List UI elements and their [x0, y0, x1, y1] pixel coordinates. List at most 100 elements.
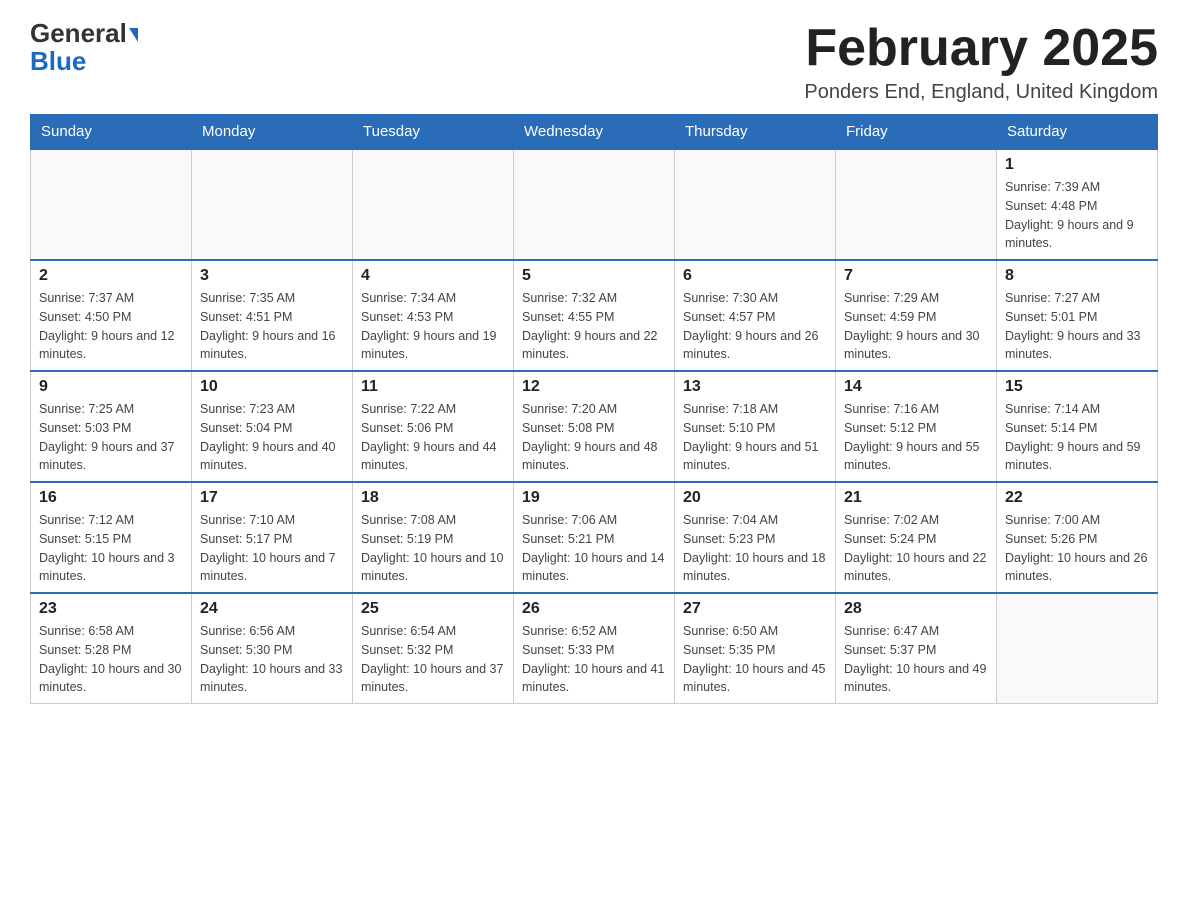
day-info: Sunrise: 7:23 AMSunset: 5:04 PMDaylight:…: [200, 400, 344, 475]
day-number: 20: [683, 489, 827, 507]
calendar-cell: 26Sunrise: 6:52 AMSunset: 5:33 PMDayligh…: [514, 593, 675, 704]
calendar-header-tuesday: Tuesday: [353, 115, 514, 150]
calendar-cell: 11Sunrise: 7:22 AMSunset: 5:06 PMDayligh…: [353, 371, 514, 482]
calendar-cell: 18 Sunrise: 7:08 AMSunset: 5:19 PMDayligh…: [353, 482, 514, 593]
title-area: February 2025 Ponders End, England, Unit…: [804, 20, 1158, 104]
day-info: Sunrise: 7:30 AMSunset: 4:57 PMDaylight:…: [683, 289, 827, 364]
day-number: 19: [522, 489, 666, 507]
calendar-cell: 14 Sunrise: 7:16 AMSunset: 5:12 PMDayligh…: [836, 371, 997, 482]
calendar-cell: 17 Sunrise: 7:10 AMSunset: 5:17 PMDayligh…: [192, 482, 353, 593]
day-info: Sunrise: 7:25 AMSunset: 5:03 PMDaylight:…: [39, 400, 183, 475]
calendar-cell: 28 Sunrise: 6:47 AMSunset: 5:37 PMDayligh…: [836, 593, 997, 704]
calendar-cell: 9Sunrise: 7:25 AMSunset: 5:03 PMDaylight…: [31, 371, 192, 482]
calendar-header-wednesday: Wednesday: [514, 115, 675, 150]
day-number: 13: [683, 378, 827, 396]
calendar-cell: 8 Sunrise: 7:27 AMSunset: 5:01 PMDaylight…: [997, 260, 1158, 371]
day-info: Sunrise: 7:06 AMSunset: 5:21 PMDaylight:…: [522, 511, 666, 586]
day-number: 25: [361, 600, 505, 618]
day-number: 27: [683, 600, 827, 618]
calendar-header-saturday: Saturday: [997, 115, 1158, 150]
calendar-cell: 3 Sunrise: 7:35 AMSunset: 4:51 PMDaylight…: [192, 260, 353, 371]
calendar-cell: 22Sunrise: 7:00 AMSunset: 5:26 PMDayligh…: [997, 482, 1158, 593]
day-info: Sunrise: 7:12 AMSunset: 5:15 PMDaylight:…: [39, 511, 183, 586]
day-number: 12: [522, 378, 666, 396]
calendar-cell: [514, 149, 675, 260]
day-number: 17: [200, 489, 344, 507]
location: Ponders End, England, United Kingdom: [804, 81, 1158, 104]
day-number: 3: [200, 267, 344, 285]
day-info: Sunrise: 7:29 AMSunset: 4:59 PMDaylight:…: [844, 289, 988, 364]
calendar-cell: [353, 149, 514, 260]
day-number: 15: [1005, 378, 1149, 396]
day-info: Sunrise: 7:35 AMSunset: 4:51 PMDaylight:…: [200, 289, 344, 364]
calendar-header-sunday: Sunday: [31, 115, 192, 150]
calendar-header-monday: Monday: [192, 115, 353, 150]
calendar-cell: [836, 149, 997, 260]
day-number: 28: [844, 600, 988, 618]
day-number: 18: [361, 489, 505, 507]
calendar-cell: 1 Sunrise: 7:39 AMSunset: 4:48 PMDaylight…: [997, 149, 1158, 260]
calendar-cell: [675, 149, 836, 260]
day-number: 1: [1005, 156, 1149, 174]
calendar-cell: 4 Sunrise: 7:34 AMSunset: 4:53 PMDaylight…: [353, 260, 514, 371]
day-number: 10: [200, 378, 344, 396]
day-info: Sunrise: 7:04 AMSunset: 5:23 PMDaylight:…: [683, 511, 827, 586]
calendar-cell: 13 Sunrise: 7:18 AMSunset: 5:10 PMDayligh…: [675, 371, 836, 482]
calendar-cell: 20 Sunrise: 7:04 AMSunset: 5:23 PMDayligh…: [675, 482, 836, 593]
calendar-cell: 21 Sunrise: 7:02 AMSunset: 5:24 PMDayligh…: [836, 482, 997, 593]
week-row-5: 23 Sunrise: 6:58 AMSunset: 5:28 PMDayligh…: [31, 593, 1158, 704]
day-info: Sunrise: 7:22 AMSunset: 5:06 PMDaylight:…: [361, 400, 505, 475]
logo: General Blue: [30, 20, 138, 74]
day-info: Sunrise: 7:34 AMSunset: 4:53 PMDaylight:…: [361, 289, 505, 364]
week-row-1: 1 Sunrise: 7:39 AMSunset: 4:48 PMDaylight…: [31, 149, 1158, 260]
day-info: Sunrise: 7:02 AMSunset: 5:24 PMDaylight:…: [844, 511, 988, 586]
week-row-4: 16Sunrise: 7:12 AMSunset: 5:15 PMDayligh…: [31, 482, 1158, 593]
calendar-cell: 23 Sunrise: 6:58 AMSunset: 5:28 PMDayligh…: [31, 593, 192, 704]
calendar-cell: 6Sunrise: 7:30 AMSunset: 4:57 PMDaylight…: [675, 260, 836, 371]
week-row-3: 9Sunrise: 7:25 AMSunset: 5:03 PMDaylight…: [31, 371, 1158, 482]
logo-triangle-icon: [129, 28, 138, 42]
day-info: Sunrise: 7:16 AMSunset: 5:12 PMDaylight:…: [844, 400, 988, 475]
day-number: 24: [200, 600, 344, 618]
calendar-cell: 10 Sunrise: 7:23 AMSunset: 5:04 PMDayligh…: [192, 371, 353, 482]
week-row-2: 2 Sunrise: 7:37 AMSunset: 4:50 PMDaylight…: [31, 260, 1158, 371]
calendar-cell: 27 Sunrise: 6:50 AMSunset: 5:35 PMDayligh…: [675, 593, 836, 704]
logo-general: General: [30, 20, 138, 46]
calendar-cell: [31, 149, 192, 260]
day-info: Sunrise: 7:39 AMSunset: 4:48 PMDaylight:…: [1005, 178, 1149, 253]
day-info: Sunrise: 6:58 AMSunset: 5:28 PMDaylight:…: [39, 622, 183, 697]
calendar-cell: 16Sunrise: 7:12 AMSunset: 5:15 PMDayligh…: [31, 482, 192, 593]
day-info: Sunrise: 7:20 AMSunset: 5:08 PMDaylight:…: [522, 400, 666, 475]
day-info: Sunrise: 6:56 AMSunset: 5:30 PMDaylight:…: [200, 622, 344, 697]
calendar-cell: [192, 149, 353, 260]
calendar-header-row: SundayMondayTuesdayWednesdayThursdayFrid…: [31, 115, 1158, 150]
calendar-header-thursday: Thursday: [675, 115, 836, 150]
calendar-cell: 2 Sunrise: 7:37 AMSunset: 4:50 PMDaylight…: [31, 260, 192, 371]
day-number: 26: [522, 600, 666, 618]
day-info: Sunrise: 7:14 AMSunset: 5:14 PMDaylight:…: [1005, 400, 1149, 475]
day-number: 23: [39, 600, 183, 618]
day-info: Sunrise: 7:18 AMSunset: 5:10 PMDaylight:…: [683, 400, 827, 475]
day-info: Sunrise: 6:47 AMSunset: 5:37 PMDaylight:…: [844, 622, 988, 697]
calendar-cell: 7 Sunrise: 7:29 AMSunset: 4:59 PMDaylight…: [836, 260, 997, 371]
day-info: Sunrise: 7:32 AMSunset: 4:55 PMDaylight:…: [522, 289, 666, 364]
day-number: 8: [1005, 267, 1149, 285]
day-info: Sunrise: 7:10 AMSunset: 5:17 PMDaylight:…: [200, 511, 344, 586]
calendar-cell: 5 Sunrise: 7:32 AMSunset: 4:55 PMDaylight…: [514, 260, 675, 371]
day-number: 14: [844, 378, 988, 396]
day-number: 5: [522, 267, 666, 285]
day-number: 22: [1005, 489, 1149, 507]
day-number: 2: [39, 267, 183, 285]
calendar-cell: 25Sunrise: 6:54 AMSunset: 5:32 PMDayligh…: [353, 593, 514, 704]
calendar-cell: [997, 593, 1158, 704]
day-info: Sunrise: 7:08 AMSunset: 5:19 PMDaylight:…: [361, 511, 505, 586]
day-info: Sunrise: 7:37 AMSunset: 4:50 PMDaylight:…: [39, 289, 183, 364]
calendar-cell: 24 Sunrise: 6:56 AMSunset: 5:30 PMDayligh…: [192, 593, 353, 704]
day-number: 7: [844, 267, 988, 285]
calendar-cell: 19 Sunrise: 7:06 AMSunset: 5:21 PMDayligh…: [514, 482, 675, 593]
day-info: Sunrise: 6:50 AMSunset: 5:35 PMDaylight:…: [683, 622, 827, 697]
day-info: Sunrise: 7:27 AMSunset: 5:01 PMDaylight:…: [1005, 289, 1149, 364]
day-number: 21: [844, 489, 988, 507]
day-number: 4: [361, 267, 505, 285]
page-header: General Blue February 2025 Ponders End, …: [30, 20, 1158, 104]
